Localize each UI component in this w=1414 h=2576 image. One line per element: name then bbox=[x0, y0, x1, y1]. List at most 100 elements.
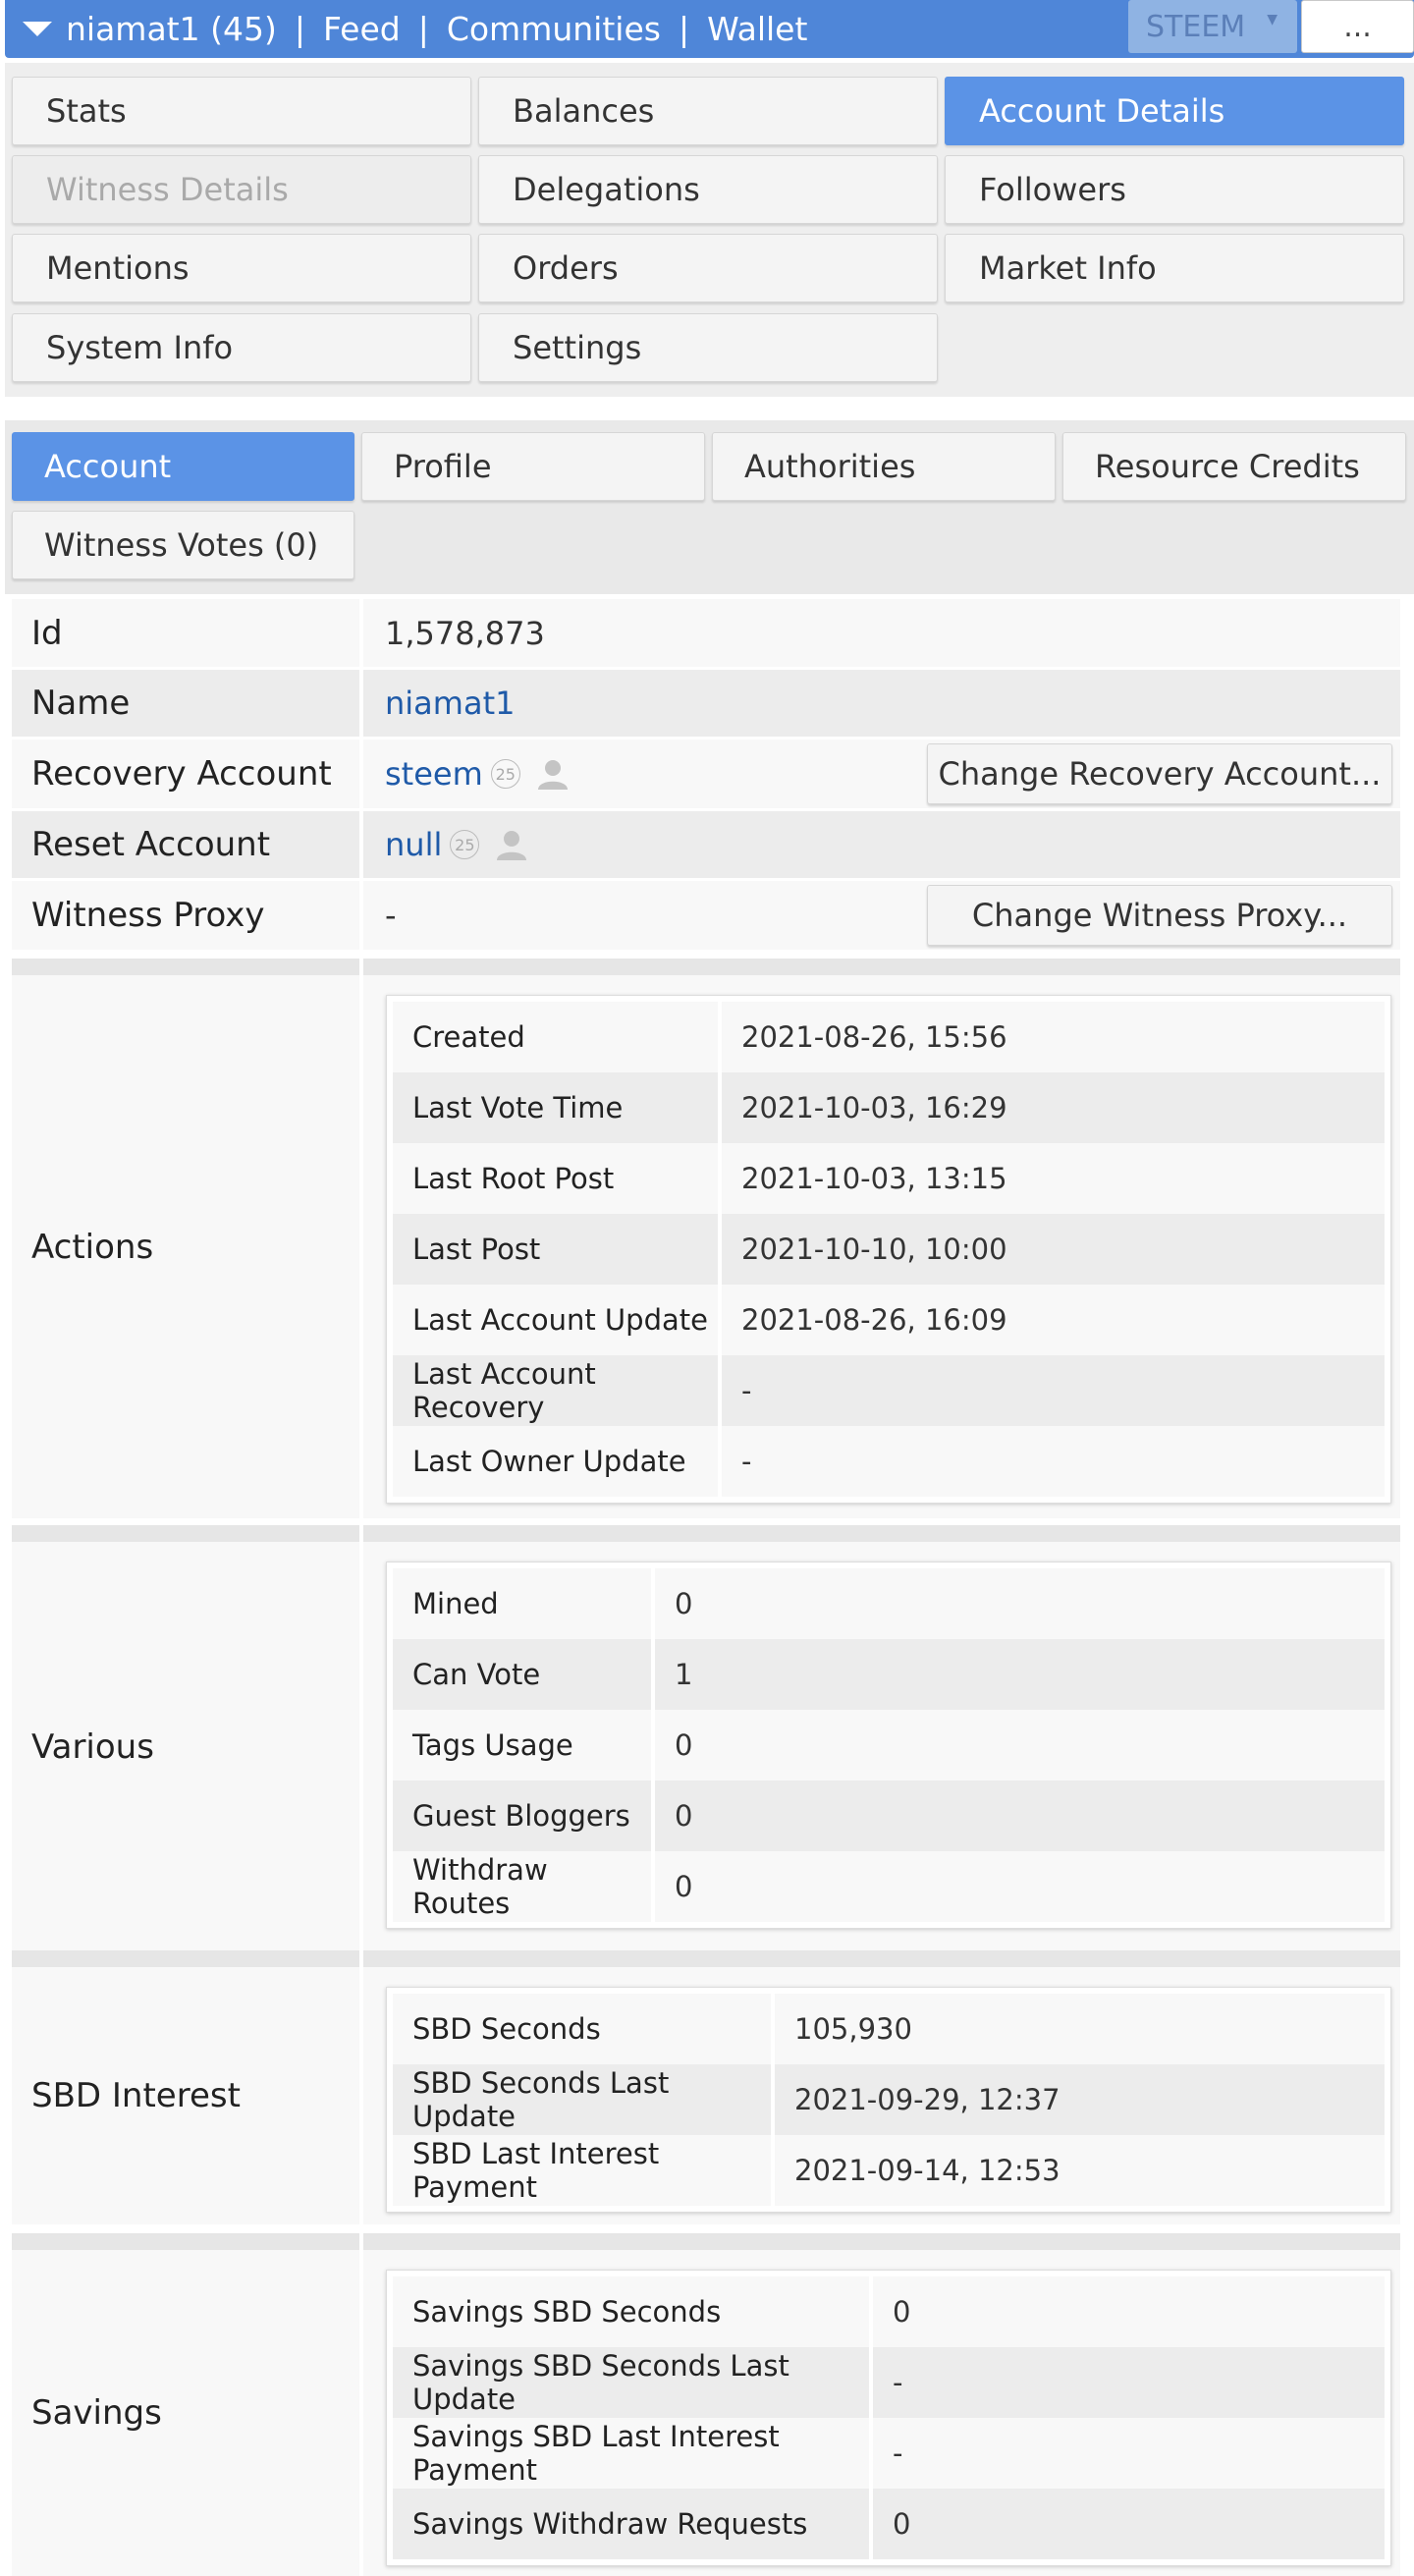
cell-key: SBD Seconds bbox=[393, 1994, 775, 2064]
tabs-panel: Account Profile Authorities Resource Cre… bbox=[5, 420, 1414, 594]
cell-key: Last Root Post bbox=[393, 1143, 722, 1214]
table-row: Last Account Recovery - bbox=[393, 1355, 1385, 1426]
table-row: Last Root Post 2021-10-03, 13:15 bbox=[393, 1143, 1385, 1214]
witness-proxy-value: - bbox=[385, 897, 397, 934]
row-label: Various bbox=[12, 1542, 363, 1951]
cell-value: 0 bbox=[675, 1870, 693, 1903]
table-row: Created 2021-08-26, 15:56 bbox=[393, 1002, 1385, 1072]
tab-account[interactable]: Account bbox=[12, 432, 354, 501]
nav-communities[interactable]: Communities bbox=[447, 10, 661, 48]
row-label: Witness Proxy bbox=[12, 881, 363, 950]
separator-cell bbox=[12, 959, 363, 975]
top-bar-right: STEEM ▼ ... bbox=[1128, 0, 1414, 58]
menu-delegations[interactable]: Delegations bbox=[478, 155, 938, 224]
account-name-cell: niamat1 bbox=[363, 670, 1400, 737]
cell-value: 0 bbox=[675, 1587, 693, 1620]
cell-value: - bbox=[741, 1374, 752, 1407]
cell-key: SBD Seconds Last Update bbox=[393, 2064, 775, 2135]
menu-mentions[interactable]: Mentions bbox=[12, 234, 471, 302]
cell-key: Can Vote bbox=[393, 1639, 655, 1710]
cell-value: 2021-10-03, 16:29 bbox=[741, 1091, 1007, 1124]
menu-system-info[interactable]: System Info bbox=[12, 313, 471, 382]
caret-down-icon[interactable] bbox=[23, 22, 52, 36]
table-row: Savings SBD Seconds Last Update - bbox=[393, 2347, 1385, 2418]
cell-value: 0 bbox=[893, 2295, 911, 2329]
cell-key: Withdraw Routes bbox=[393, 1851, 655, 1922]
nav-wallet[interactable]: Wallet bbox=[707, 10, 807, 48]
row-label: Reset Account bbox=[12, 811, 363, 878]
sbd-interest-table: SBD Seconds 105,930 SBD Seconds Last Upda… bbox=[386, 1987, 1391, 2213]
cell-value: 1 bbox=[675, 1658, 693, 1691]
table-row: Last Account Update 2021-08-26, 16:09 bbox=[393, 1285, 1385, 1355]
recovery-account-link[interactable]: steem bbox=[385, 755, 483, 793]
table-row: Name niamat1 bbox=[12, 670, 1400, 737]
separator-cell bbox=[12, 1950, 363, 1967]
table-row: Tags Usage 0 bbox=[393, 1710, 1385, 1781]
cell-key: Last Account Update bbox=[393, 1285, 722, 1355]
cell-value: 0 bbox=[893, 2507, 911, 2541]
change-witness-proxy-button[interactable]: Change Witness Proxy... bbox=[927, 885, 1392, 946]
menu-market-info[interactable]: Market Info bbox=[945, 234, 1404, 302]
table-row: Id 1,578,873 bbox=[12, 599, 1400, 667]
menu-followers[interactable]: Followers bbox=[945, 155, 1404, 224]
reset-account-cell: null 25 bbox=[363, 811, 1400, 878]
separator-cell bbox=[12, 2233, 363, 2250]
account-id: 1,578,873 bbox=[385, 614, 545, 652]
table-row: SBD Seconds 105,930 bbox=[393, 1994, 1385, 2064]
cell-value: - bbox=[893, 2437, 903, 2470]
row-separator bbox=[12, 1525, 1400, 1542]
tab-resource-credits[interactable]: Resource Credits bbox=[1062, 432, 1406, 501]
menu-settings[interactable]: Settings bbox=[478, 313, 938, 382]
more-button[interactable]: ... bbox=[1301, 0, 1414, 53]
cell-key: Last Account Recovery bbox=[393, 1355, 722, 1426]
cell-key: Last Vote Time bbox=[393, 1072, 722, 1143]
separator-cell bbox=[363, 1950, 1400, 1967]
separator-cell bbox=[363, 1525, 1400, 1542]
chain-select-value: STEEM bbox=[1146, 9, 1246, 44]
chain-select[interactable]: STEEM ▼ bbox=[1128, 0, 1297, 53]
table-row: Recovery Account steem 25 Change Recover… bbox=[12, 740, 1400, 808]
table-row: Savings SBD Seconds 0 bbox=[393, 2276, 1385, 2347]
cell-value: - bbox=[741, 1445, 752, 1478]
savings-table: Savings SBD Seconds 0 Savings SBD Seconds… bbox=[386, 2270, 1391, 2566]
menu-account-details[interactable]: Account Details bbox=[945, 77, 1404, 145]
tab-witness-votes[interactable]: Witness Votes (0) bbox=[12, 511, 354, 579]
reputation-badge: 25 bbox=[490, 759, 520, 789]
nav-feed[interactable]: Feed bbox=[323, 10, 401, 48]
table-row: Witness Proxy - Change Witness Proxy... bbox=[12, 881, 1400, 950]
cell-value: 2021-09-14, 12:53 bbox=[794, 2154, 1060, 2187]
menu-orders[interactable]: Orders bbox=[478, 234, 938, 302]
menu-witness-details[interactable]: Witness Details bbox=[12, 155, 471, 224]
recovery-account-cell: steem 25 Change Recovery Account... bbox=[363, 740, 1400, 808]
row-separator bbox=[12, 2233, 1400, 2250]
cell-value: 0 bbox=[675, 1728, 693, 1762]
tab-profile[interactable]: Profile bbox=[361, 432, 705, 501]
cell-value: 2021-10-10, 10:00 bbox=[741, 1233, 1007, 1266]
separator-cell bbox=[363, 959, 1400, 975]
table-row: Mined 0 bbox=[393, 1568, 1385, 1639]
table-row: SBD Last Interest Payment 2021-09-14, 12:… bbox=[393, 2135, 1385, 2206]
cell-value: 2021-08-26, 15:56 bbox=[741, 1020, 1007, 1054]
cell-key: Savings Withdraw Requests bbox=[393, 2489, 873, 2559]
change-recovery-account-button[interactable]: Change Recovery Account... bbox=[927, 743, 1392, 804]
dropdown-arrow-icon: ▼ bbox=[1267, 12, 1278, 27]
table-row: Last Owner Update - bbox=[393, 1426, 1385, 1497]
various-table: Mined 0 Can Vote 1 Tags Usage 0 Guest Blogg… bbox=[386, 1562, 1391, 1929]
reset-account-link[interactable]: null bbox=[385, 826, 442, 863]
witness-proxy-cell: - Change Witness Proxy... bbox=[363, 881, 1400, 950]
row-label: Recovery Account bbox=[12, 740, 363, 808]
cell-value: 2021-10-03, 13:15 bbox=[741, 1162, 1007, 1195]
menu-stats[interactable]: Stats bbox=[12, 77, 471, 145]
cell-value: - bbox=[893, 2366, 903, 2399]
table-row: Savings SBD Last Interest Payment - bbox=[393, 2418, 1385, 2489]
menu-panel: Stats Balances Account Details Witness D… bbox=[5, 63, 1414, 397]
tab-authorities[interactable]: Authorities bbox=[712, 432, 1056, 501]
account-link[interactable]: niamat1 (45) bbox=[66, 10, 277, 48]
row-label: Savings bbox=[12, 2250, 363, 2576]
user-icon bbox=[537, 760, 568, 790]
menu-balances[interactable]: Balances bbox=[478, 77, 938, 145]
top-bar: niamat1 (45) | Feed | Communities | Wall… bbox=[5, 0, 1414, 58]
table-row: Savings Withdraw Requests 0 bbox=[393, 2489, 1385, 2559]
account-name-link[interactable]: niamat1 bbox=[385, 685, 515, 722]
table-row: Guest Bloggers 0 bbox=[393, 1781, 1385, 1851]
